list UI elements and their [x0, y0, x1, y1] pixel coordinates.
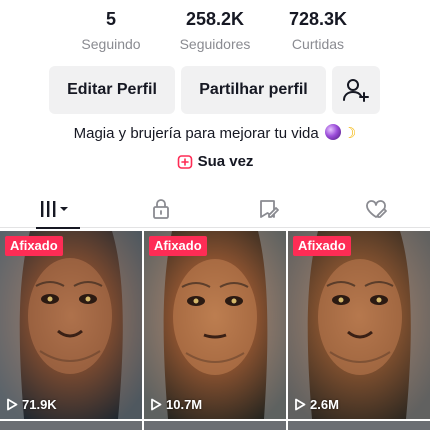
video-thumbnail [288, 231, 430, 419]
tab-saved[interactable] [215, 190, 322, 228]
share-profile-button[interactable]: Partilhar perfil [181, 66, 326, 114]
profile-bio: Magia y brujería para mejorar tu vida ☽ [0, 124, 430, 144]
video-thumbnail [144, 231, 286, 419]
video-tile[interactable]: Afixado 2.6M [288, 231, 430, 419]
followers-count: 258.2K [185, 9, 245, 29]
view-count-text: 10.7M [166, 397, 203, 412]
following-label: Seguindo [81, 36, 141, 52]
tab-private[interactable] [107, 190, 214, 228]
link-label: Sua vez [197, 153, 254, 170]
bookmark-icon [259, 200, 279, 218]
view-count-text: 71.9K [22, 397, 57, 412]
video-tile-partial[interactable] [0, 421, 142, 430]
video-tile[interactable]: Afixado 71.9K [0, 231, 142, 419]
play-icon [151, 398, 162, 411]
liked-heart-icon [365, 200, 387, 218]
pinned-badge: Afixado [293, 236, 351, 256]
profile-link[interactable]: Sua vez [0, 153, 430, 170]
likes-count: 728.3K [288, 9, 348, 29]
view-count-text: 2.6M [310, 397, 339, 412]
profile-stats: 5 Seguindo 258.2K Seguidores 728.3K Curt… [0, 0, 430, 58]
grid-bars-icon [40, 201, 68, 217]
likes-label: Curtidas [291, 36, 345, 52]
video-tile-partial[interactable] [288, 421, 430, 430]
video-grid: Afixado 71.9K Afixado 10.7M Afixado 2.6M [0, 231, 430, 430]
active-tab-indicator [36, 227, 80, 229]
add-friend-button[interactable] [332, 66, 380, 114]
play-icon [295, 398, 306, 411]
pinned-badge: Afixado [149, 236, 207, 256]
bio-text: Magia y brujería para mejorar tu vida [73, 125, 319, 142]
play-icon [7, 398, 18, 411]
crescent-moon-icon: ☽ [342, 125, 357, 142]
tab-liked[interactable] [322, 190, 429, 228]
lock-icon [152, 199, 169, 219]
video-thumbnail [0, 231, 142, 419]
followers-stat[interactable]: 258.2K Seguidores [160, 8, 270, 54]
video-tile-partial[interactable] [144, 421, 286, 430]
video-tile[interactable]: Afixado 10.7M [144, 231, 286, 419]
view-count: 71.9K [6, 397, 57, 412]
profile-tabs [0, 190, 430, 229]
pinned-badge: Afixado [5, 236, 63, 256]
following-count: 5 [105, 9, 116, 29]
tab-videos[interactable] [0, 190, 107, 229]
add-person-icon [343, 79, 369, 102]
following-stat[interactable]: 5 Seguindo [56, 8, 166, 54]
view-count: 10.7M [150, 397, 202, 412]
likes-stat[interactable]: 728.3K Curtidas [263, 8, 373, 54]
crystal-ball-icon [324, 124, 341, 140]
view-count: 2.6M [294, 397, 339, 412]
edit-profile-button[interactable]: Editar Perfil [49, 66, 175, 114]
followers-label: Seguidores [179, 36, 251, 52]
plus-square-icon [177, 154, 192, 169]
